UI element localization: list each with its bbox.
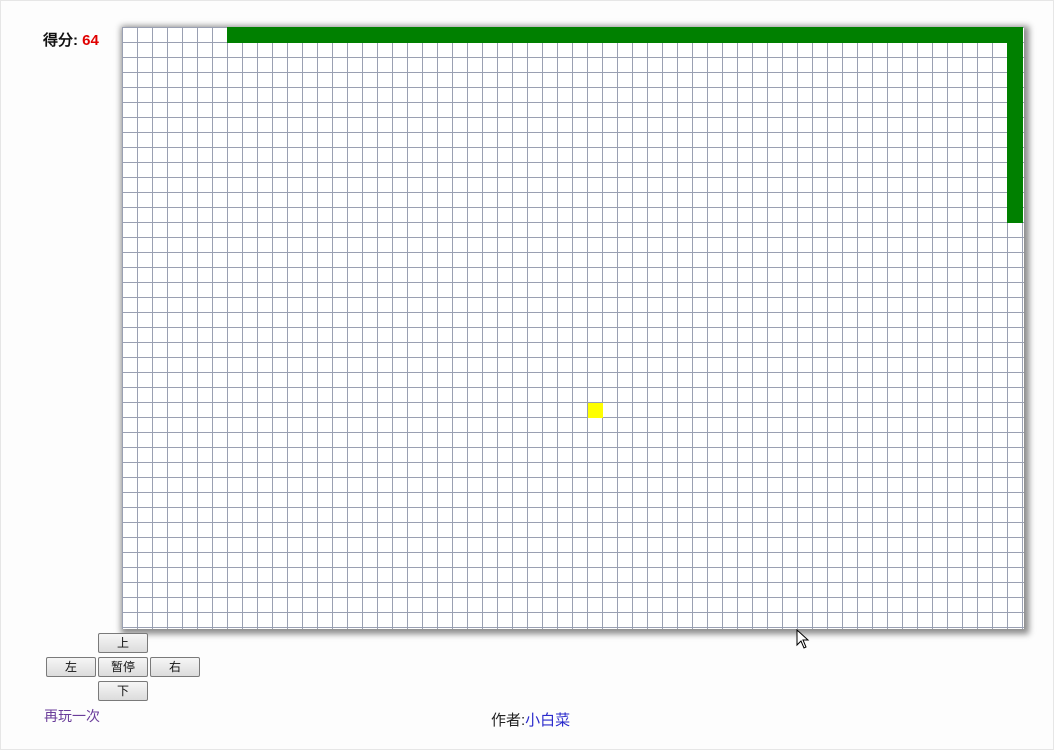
snake-segment bbox=[812, 27, 828, 43]
snake-segment bbox=[287, 27, 303, 43]
up-button[interactable]: 上 bbox=[98, 633, 148, 653]
snake-segment bbox=[257, 27, 273, 43]
score-display: 得分: 64 bbox=[43, 29, 99, 50]
snake-segment bbox=[1007, 177, 1023, 193]
score-value: 64 bbox=[82, 32, 99, 49]
snake-segment bbox=[992, 27, 1008, 43]
snake-segment bbox=[1007, 192, 1023, 208]
snake-segment bbox=[1007, 72, 1023, 88]
snake-segment bbox=[707, 27, 723, 43]
author-credit: 作者:小白菜 bbox=[491, 709, 570, 730]
score-label: 得分: bbox=[43, 32, 78, 49]
snake-segment bbox=[902, 27, 918, 43]
left-button[interactable]: 左 bbox=[46, 657, 96, 677]
right-button[interactable]: 右 bbox=[150, 657, 200, 677]
snake-segment bbox=[542, 27, 558, 43]
snake-segment bbox=[437, 27, 453, 43]
snake-segment bbox=[1007, 27, 1023, 43]
snake-segment bbox=[1007, 132, 1023, 148]
snake-segment bbox=[317, 27, 333, 43]
snake-segment bbox=[452, 27, 468, 43]
snake-segment bbox=[482, 27, 498, 43]
snake-segment bbox=[407, 27, 423, 43]
snake-segment bbox=[977, 27, 993, 43]
down-button[interactable]: 下 bbox=[98, 681, 148, 701]
snake-segment bbox=[962, 27, 978, 43]
snake-segment bbox=[647, 27, 663, 43]
snake-segment bbox=[422, 27, 438, 43]
snake-segment bbox=[602, 27, 618, 43]
snake-segment bbox=[527, 27, 543, 43]
game-board-frame bbox=[122, 27, 1024, 629]
snake-segment bbox=[722, 27, 738, 43]
snake-segment bbox=[347, 27, 363, 43]
snake-segment bbox=[377, 27, 393, 43]
snake-segment bbox=[632, 27, 648, 43]
pause-button[interactable]: 暂停 bbox=[98, 657, 148, 677]
author-label: 作者: bbox=[491, 712, 526, 729]
snake-segment bbox=[1007, 207, 1023, 223]
snake-segment bbox=[1007, 117, 1023, 133]
snake-segment bbox=[752, 27, 768, 43]
mouse-cursor-icon bbox=[796, 629, 810, 649]
snake-segment bbox=[1007, 57, 1023, 73]
snake-segment bbox=[857, 27, 873, 43]
snake-segment bbox=[227, 27, 243, 43]
snake-segment bbox=[587, 27, 603, 43]
game-board[interactable] bbox=[122, 27, 1024, 629]
play-again-link[interactable]: 再玩一次 bbox=[44, 706, 100, 726]
snake-segment bbox=[827, 27, 843, 43]
snake-segment bbox=[1007, 147, 1023, 163]
snake-segment bbox=[767, 27, 783, 43]
snake-segment bbox=[272, 27, 288, 43]
snake-segment bbox=[497, 27, 513, 43]
snake-segment bbox=[572, 27, 588, 43]
snake-segment bbox=[1007, 102, 1023, 118]
snake-segment bbox=[1007, 87, 1023, 103]
snake-segment bbox=[737, 27, 753, 43]
snake-segment bbox=[932, 27, 948, 43]
snake-segment bbox=[692, 27, 708, 43]
snake-segment bbox=[1007, 42, 1023, 58]
snake-segment bbox=[617, 27, 633, 43]
food-item bbox=[588, 403, 603, 418]
author-name[interactable]: 小白菜 bbox=[525, 712, 570, 729]
snake-segment bbox=[242, 27, 258, 43]
game-page: 得分: 64 上 左 暂停 右 下 再玩一次 作者:小白菜 bbox=[0, 0, 1054, 750]
snake-segment bbox=[392, 27, 408, 43]
snake-segment bbox=[512, 27, 528, 43]
snake-segment bbox=[557, 27, 573, 43]
snake-segment bbox=[947, 27, 963, 43]
snake-segment bbox=[332, 27, 348, 43]
snake-segment bbox=[302, 27, 318, 43]
snake-segment bbox=[662, 27, 678, 43]
snake-segment bbox=[467, 27, 483, 43]
snake-segment bbox=[872, 27, 888, 43]
snake-segment bbox=[917, 27, 933, 43]
snake-segment bbox=[797, 27, 813, 43]
snake-segment bbox=[842, 27, 858, 43]
snake-segment bbox=[782, 27, 798, 43]
snake-segment bbox=[362, 27, 378, 43]
snake-segment bbox=[1007, 162, 1023, 178]
snake-segment bbox=[887, 27, 903, 43]
snake-segment bbox=[677, 27, 693, 43]
